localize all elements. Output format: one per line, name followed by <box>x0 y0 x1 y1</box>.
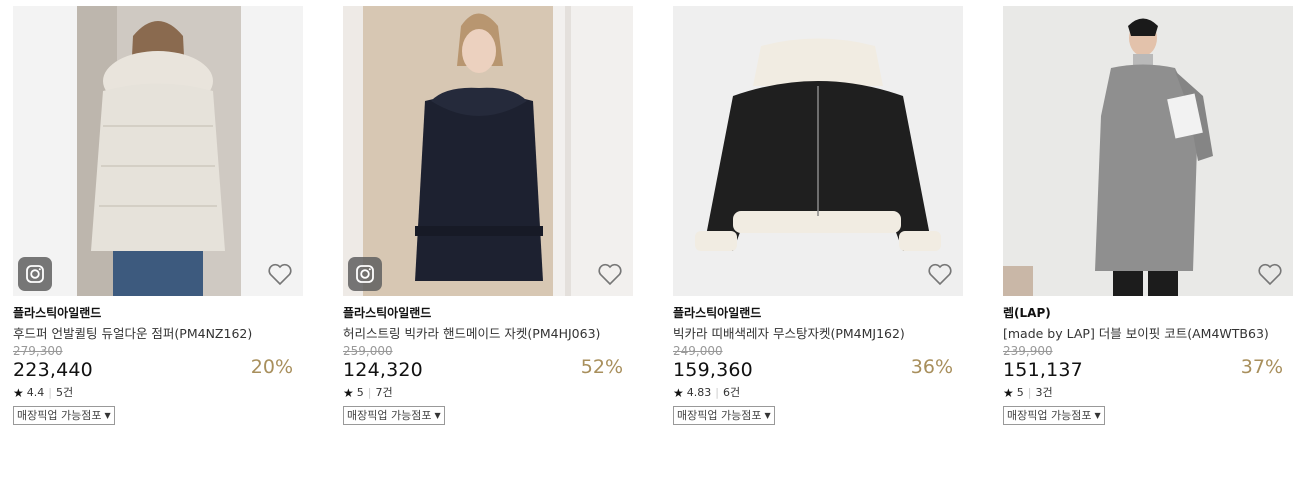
divider: | <box>1027 386 1032 399</box>
product-image[interactable] <box>343 6 633 296</box>
product-image[interactable] <box>13 6 303 296</box>
review-count: 7건 <box>375 386 393 399</box>
product-name[interactable]: 후드퍼 언발퀼팅 듀얼다운 점퍼(PM4NZ162) <box>13 325 283 342</box>
discount-rate: 36% <box>910 356 953 378</box>
brand-name[interactable]: 플라스틱아일랜드 <box>673 306 963 321</box>
product-grid: 플라스틱아일랜드 후드퍼 언발퀼팅 듀얼다운 점퍼(PM4NZ162) 279,… <box>0 0 1298 491</box>
discount-rate: 20% <box>250 356 293 378</box>
product-card[interactable]: 렙(LAP) [made by LAP] 더블 보이핏 코트(AM4WTB63)… <box>1003 6 1293 425</box>
rating-row: ★ 4.83 | 6건 <box>673 386 963 400</box>
star-icon: ★ <box>13 386 24 400</box>
divider: | <box>715 386 719 399</box>
review-count: 6건 <box>722 386 741 399</box>
brand-name[interactable]: 렙(LAP) <box>1003 306 1293 321</box>
product-photo-grey-coat <box>1003 6 1293 296</box>
pickup-label: 매장픽업 가능점포 <box>1007 409 1092 422</box>
rating-row: ★ 5 | 7건 <box>343 386 633 400</box>
rating-value: 4.4 <box>26 386 45 399</box>
heart-outline-icon[interactable] <box>927 262 953 286</box>
divider: | <box>367 386 372 399</box>
star-icon: ★ <box>673 386 684 400</box>
review-count: 5건 <box>55 386 74 399</box>
star-icon: ★ <box>343 386 354 400</box>
discount-rate: 37% <box>1240 356 1283 378</box>
product-name[interactable]: 허리스트링 빅카라 핸드메이드 자켓(PM4HJ063) <box>343 325 613 342</box>
product-name[interactable]: [made by LAP] 더블 보이핏 코트(AM4WTB63) <box>1003 325 1273 342</box>
price-row: 223,440 20% <box>13 356 303 382</box>
instagram-icon[interactable] <box>18 257 52 291</box>
caret-down-icon: ▼ <box>434 411 441 420</box>
sale-price: 151,137 <box>1003 359 1083 381</box>
star-icon: ★ <box>1003 386 1014 400</box>
heart-outline-icon[interactable] <box>597 262 623 286</box>
sale-price: 223,440 <box>13 359 93 381</box>
store-pickup-dropdown[interactable]: 매장픽업 가능점포 ▼ <box>343 406 445 425</box>
product-image[interactable] <box>1003 6 1293 296</box>
price-row: 124,320 52% <box>343 356 633 382</box>
store-pickup-dropdown[interactable]: 매장픽업 가능점포 ▼ <box>673 406 775 425</box>
brand-name[interactable]: 플라스틱아일랜드 <box>343 306 633 321</box>
sale-price: 124,320 <box>343 359 423 381</box>
caret-down-icon: ▼ <box>1094 411 1101 420</box>
heart-outline-icon[interactable] <box>1257 262 1283 286</box>
product-name[interactable]: 빅카라 띠배색레자 무스탕자켓(PM4MJ162) <box>673 325 943 342</box>
product-image[interactable] <box>673 6 963 296</box>
product-photo-navy-jacket <box>343 6 633 296</box>
rating-value: 5 <box>1016 386 1024 399</box>
product-card[interactable]: 플라스틱아일랜드 빅카라 띠배색레자 무스탕자켓(PM4MJ162) 249,0… <box>673 6 963 425</box>
rating-value: 5 <box>356 386 364 399</box>
rating-row: ★ 4.4 | 5건 <box>13 386 303 400</box>
store-pickup-dropdown[interactable]: 매장픽업 가능점포 ▼ <box>13 406 115 425</box>
rating-value: 4.83 <box>686 386 712 399</box>
caret-down-icon: ▼ <box>104 411 111 420</box>
product-card[interactable]: 플라스틱아일랜드 후드퍼 언발퀼팅 듀얼다운 점퍼(PM4NZ162) 279,… <box>13 6 303 425</box>
product-photo-puffer-jacket <box>13 6 303 296</box>
pickup-label: 매장픽업 가능점포 <box>17 409 102 422</box>
caret-down-icon: ▼ <box>764 411 771 420</box>
divider: | <box>48 386 52 399</box>
heart-outline-icon[interactable] <box>267 262 293 286</box>
product-card[interactable]: 플라스틱아일랜드 허리스트링 빅카라 핸드메이드 자켓(PM4HJ063) 25… <box>343 6 633 425</box>
rating-row: ★ 5 | 3건 <box>1003 386 1293 400</box>
review-count: 3건 <box>1035 386 1053 399</box>
instagram-icon[interactable] <box>348 257 382 291</box>
discount-rate: 52% <box>580 356 623 378</box>
price-row: 159,360 36% <box>673 356 963 382</box>
product-photo-shearling-jacket <box>673 6 963 296</box>
pickup-label: 매장픽업 가능점포 <box>347 409 432 422</box>
brand-name[interactable]: 플라스틱아일랜드 <box>13 306 303 321</box>
store-pickup-dropdown[interactable]: 매장픽업 가능점포 ▼ <box>1003 406 1105 425</box>
price-row: 151,137 37% <box>1003 356 1293 382</box>
pickup-label: 매장픽업 가능점포 <box>677 409 762 422</box>
sale-price: 159,360 <box>673 359 753 381</box>
